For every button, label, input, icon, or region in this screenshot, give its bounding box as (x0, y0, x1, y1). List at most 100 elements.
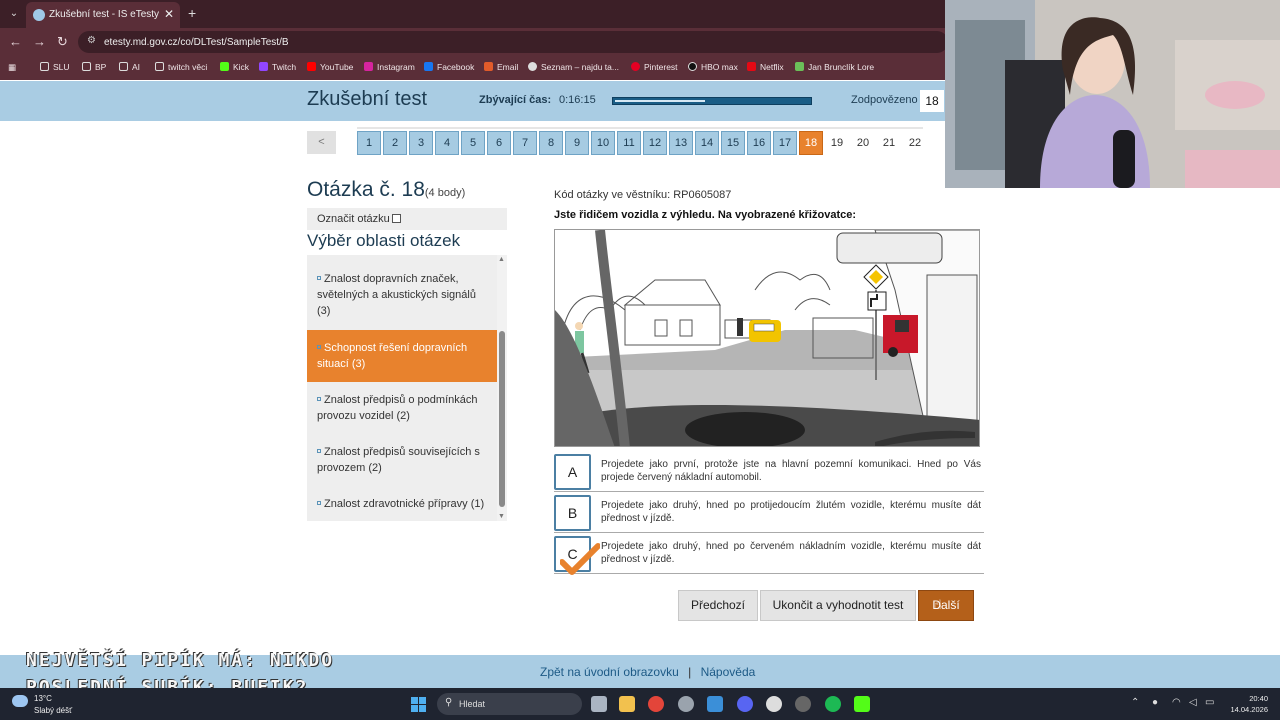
selected-check-icon (560, 543, 600, 575)
weather-desc: Slabý déšť (34, 706, 73, 715)
bookmark-kick[interactable]: Kick (220, 62, 249, 72)
areas-scrollbar[interactable]: ▲ ▼ (497, 255, 507, 521)
reload-icon[interactable]: ↻ (57, 34, 68, 50)
bookmark-slu[interactable]: SLU (40, 62, 70, 72)
tab-list-icon[interactable]: ⌄ (6, 6, 22, 22)
site-info-icon[interactable]: ⚙ (87, 35, 96, 46)
bullet-icon (317, 501, 321, 505)
question-nav-2[interactable]: 2 (383, 131, 407, 155)
browser-tab[interactable]: Zkušební test - IS eTesty ✕ (26, 2, 180, 28)
bookmark-pinterest[interactable]: Pinterest (631, 62, 678, 72)
question-nav-17[interactable]: 17 (773, 131, 797, 155)
obs-icon[interactable] (795, 696, 811, 712)
question-nav-20[interactable]: 20 (851, 131, 875, 155)
scroll-up-icon[interactable]: ▲ (498, 256, 505, 263)
help-link[interactable]: Nápověda (701, 665, 756, 679)
bookmark-seznam[interactable]: Seznam – najdu ta... (528, 62, 619, 72)
discord-icon[interactable] (737, 696, 753, 712)
question-nav-8[interactable]: 8 (539, 131, 563, 155)
wifi-icon[interactable]: ◠ (1172, 697, 1181, 708)
question-nav-4[interactable]: 4 (435, 131, 459, 155)
question-nav-10[interactable]: 10 (591, 131, 615, 155)
start-icon[interactable] (411, 697, 427, 713)
photos-icon[interactable] (707, 696, 723, 712)
question-nav-3[interactable]: 3 (409, 131, 433, 155)
bullet-icon (317, 397, 321, 401)
settings-icon[interactable] (678, 696, 694, 712)
bookmark-label: Kick (233, 62, 250, 72)
answer-b[interactable]: B Projedete jako druhý, hned po protijed… (554, 494, 984, 533)
question-nav-14[interactable]: 14 (695, 131, 719, 155)
chrome-icon[interactable] (648, 696, 664, 712)
question-nav-16[interactable]: 16 (747, 131, 771, 155)
scroll-thumb[interactable] (499, 331, 505, 507)
time-progress-fill (615, 100, 706, 102)
bookmark-facebook[interactable]: Facebook (424, 62, 474, 72)
mark-question[interactable]: Označit otázku (307, 208, 507, 230)
question-nav-11[interactable]: 11 (617, 131, 641, 155)
file-explorer-icon[interactable] (619, 696, 635, 712)
area-item[interactable]: Znalost zdravotnické přípravy (1) (307, 496, 497, 512)
prev-page-button[interactable]: < (307, 131, 336, 154)
task-view-icon[interactable] (591, 696, 607, 712)
battery-icon[interactable]: ▭ (1205, 697, 1214, 708)
bookmark-ai[interactable]: AI (119, 62, 140, 72)
taskbar-search[interactable]: ⚲ Hledat (437, 693, 582, 715)
mark-question-checkbox[interactable] (392, 214, 401, 223)
bookmark-label: Facebook (437, 62, 475, 72)
question-nav-6[interactable]: 6 (487, 131, 511, 155)
bookmark-label: BP (95, 62, 107, 72)
question-nav-7[interactable]: 7 (513, 131, 537, 155)
question-nav-19[interactable]: 19 (825, 131, 849, 155)
question-nav-1[interactable]: 1 (357, 131, 381, 155)
question-nav-5[interactable]: 5 (461, 131, 485, 155)
question-nav-15[interactable]: 15 (721, 131, 745, 155)
taskbar-clock[interactable]: 20:40 14.04.2026 (1228, 693, 1268, 715)
question-points: (4 body) (424, 187, 466, 199)
question-nav-22[interactable]: 22 (903, 131, 927, 155)
footer-separator: | (688, 665, 692, 679)
volume-icon[interactable]: ◁ (1189, 697, 1197, 708)
spotify-icon[interactable] (825, 696, 841, 712)
question-nav-12[interactable]: 12 (643, 131, 667, 155)
home-link[interactable]: Zpět na úvodní obrazovku (540, 665, 679, 679)
bookmark-twitch-veci[interactable]: twitch věci (155, 62, 207, 72)
answer-letter[interactable]: A (554, 454, 591, 490)
music-icon[interactable] (766, 696, 782, 712)
answer-c[interactable]: C Projedete jako druhý, hned po červeném… (554, 535, 984, 574)
bookmark-instagram[interactable]: Instagram (364, 62, 415, 72)
bookmark-label: SLU (53, 62, 70, 72)
bookmark-bp[interactable]: BP (82, 62, 106, 72)
bookmark-netflix[interactable]: Netflix (747, 62, 784, 72)
new-tab-icon[interactable]: + (188, 5, 196, 21)
area-label: Znalost dopravních značek, světelných a … (317, 273, 476, 317)
bookmark-hbo-max[interactable]: HBO max (688, 62, 738, 72)
microphone-icon[interactable]: ● (1152, 697, 1158, 708)
url-field[interactable]: ⚙ etesty.md.gov.cz/co/DLTest/SampleTest/… (78, 31, 948, 53)
previous-button[interactable]: Předchozí (678, 590, 758, 621)
answer-letter[interactable]: B (554, 495, 591, 531)
forward-icon[interactable]: → (33, 34, 46, 49)
bookmark-youtube[interactable]: YouTube (307, 62, 353, 72)
question-nav-13[interactable]: 13 (669, 131, 693, 155)
area-item-selected[interactable]: Schopnost řešení dopravních situací (3) (307, 330, 497, 382)
next-button[interactable]: Další (918, 590, 974, 621)
area-item[interactable]: Znalost dopravních značek, světelných a … (307, 271, 497, 319)
question-nav-18[interactable]: 18 (799, 131, 823, 155)
question-nav-21[interactable]: 21 (877, 131, 901, 155)
apps-icon[interactable]: ▦ (8, 62, 16, 73)
tray-overflow-icon[interactable]: ⌃ (1131, 697, 1139, 708)
kick-app-icon[interactable] (854, 696, 870, 712)
area-item[interactable]: Znalost předpisů souvisejících s provoze… (307, 444, 497, 476)
area-item[interactable]: Znalost předpisů o podmínkách provozu vo… (307, 392, 497, 424)
close-tab-icon[interactable]: ✕ (164, 7, 174, 21)
bookmark-email[interactable]: Email (484, 62, 518, 72)
back-icon[interactable]: ← (9, 34, 22, 49)
scroll-down-icon[interactable]: ▼ (498, 513, 505, 520)
finish-test-button[interactable]: Ukončit a vyhodnotit test (760, 590, 916, 621)
bookmark-label: AI (132, 62, 141, 72)
bookmark-twitch[interactable]: Twitch (259, 62, 296, 72)
answer-a[interactable]: A Projedete jako první, protože jste na … (554, 453, 984, 492)
question-nav-9[interactable]: 9 (565, 131, 589, 155)
bookmark-jan-brunclik[interactable]: Jan Brunclík Lore (795, 62, 874, 72)
